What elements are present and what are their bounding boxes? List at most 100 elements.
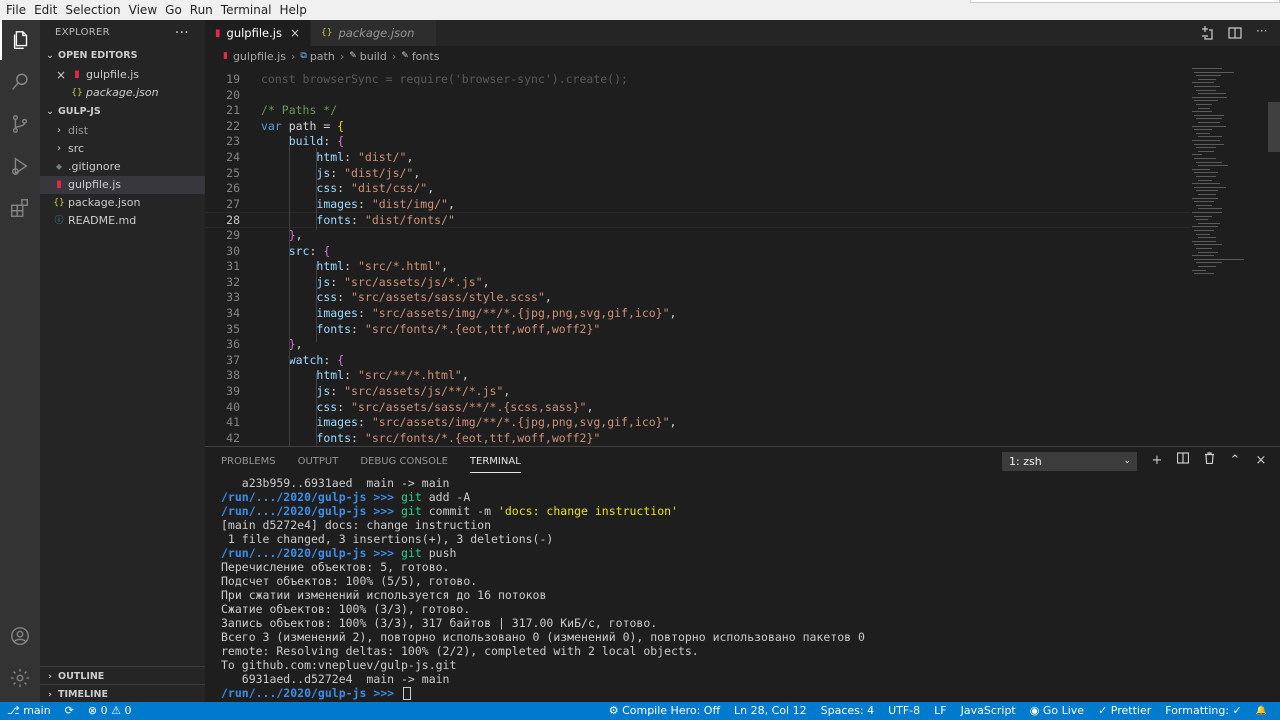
terminal-output[interactable]: a23b959..6931aed main -> main/run/.../20… (221, 476, 1271, 700)
cursor-position[interactable]: Ln 28, Col 12 (727, 702, 814, 720)
branch-status[interactable]: ⎇ main (0, 702, 58, 720)
notifications-bell-icon[interactable]: 🔔 (1249, 702, 1274, 720)
editor-scrollbar[interactable] (1268, 102, 1280, 152)
explorer-sidebar: EXPLORER ··· ⌄ OPEN EDITORS × ▮ gulpfile… (40, 20, 205, 702)
code-line: 36 }, (205, 337, 1190, 353)
minimap-line (1192, 140, 1220, 141)
split-terminal-icon[interactable] (1176, 452, 1190, 470)
minimap-line (1192, 212, 1222, 213)
terminal-prompt: /run/.../2020/gulp-js >>> (221, 686, 402, 700)
close-icon[interactable]: × (290, 26, 300, 40)
terminal-line: To github.com:vnepluev/gulp-js.git (221, 658, 457, 672)
open-editors-header[interactable]: ⌄ OPEN EDITORS (40, 46, 205, 66)
menu-help[interactable]: Help (278, 0, 313, 20)
menu-go[interactable]: Go (163, 0, 188, 20)
menu-run[interactable]: Run (188, 0, 219, 20)
menu-terminal[interactable]: Terminal (219, 0, 278, 20)
terminal-select[interactable]: 1: zsh ⌄ (1002, 452, 1137, 471)
open-changes-icon[interactable] (1200, 26, 1214, 40)
encoding[interactable]: UTF-8 (881, 702, 927, 720)
breadcrumb-path[interactable]: path (310, 50, 335, 63)
tab-gulpfile[interactable]: ▮ gulpfile.js × (205, 20, 312, 46)
sync-icon[interactable]: ⟳ (58, 702, 81, 720)
code-text: html: "dist/", (316, 150, 414, 164)
line-number: 25 (226, 165, 240, 180)
minimap-line (1198, 107, 1210, 109)
tree-item-name: dist (68, 124, 89, 137)
end-of-line[interactable]: LF (927, 702, 953, 720)
manage-activity[interactable] (0, 658, 40, 698)
tab-problems[interactable]: PROBLEMS (221, 455, 276, 473)
tree-folder-dist[interactable]: › dist (40, 122, 205, 140)
code-line: 22 var path = { (205, 119, 1190, 135)
chevron-up-icon[interactable]: ⌃ (1228, 452, 1242, 470)
terminal-args: push (428, 546, 457, 560)
search-activity[interactable] (0, 62, 40, 102)
code-line: 40 css: "src/assets/sass/**/*.{scss,sass… (205, 400, 1190, 416)
terminal-prompt: /run/.../2020/gulp-js >>> (221, 546, 402, 560)
tab-package-json[interactable]: {} package.json (311, 20, 438, 46)
close-icon[interactable]: × (1254, 452, 1268, 470)
compile-hero-status[interactable]: ⚙ Compile Hero: Off (602, 702, 727, 720)
more-actions-icon[interactable]: ··· (175, 20, 189, 46)
tree-file-gitignore[interactable]: ◆ .gitignore (40, 158, 205, 176)
line-number: 36 (226, 337, 240, 352)
terminal-line: /run/.../2020/gulp-js >>> git commit -m … (221, 504, 1271, 518)
open-editor-name: gulpfile.js (86, 68, 140, 81)
menu-file[interactable]: File (4, 0, 32, 20)
menu-selection[interactable]: Selection (63, 0, 126, 20)
run-debug-activity[interactable] (0, 146, 40, 186)
tab-output[interactable]: OUTPUT (298, 455, 339, 473)
minimap-line (1194, 273, 1214, 275)
breadcrumb-fonts[interactable]: fonts (412, 50, 440, 63)
tab-debug-console[interactable]: DEBUG CONSOLE (360, 455, 448, 473)
accounts-activity[interactable] (0, 616, 40, 656)
breadcrumb-build[interactable]: build (360, 50, 387, 63)
prettier-status[interactable]: ✓ Prettier (1091, 702, 1158, 720)
project-header[interactable]: ⌄ GULP-JS (40, 102, 205, 122)
source-control-activity[interactable] (0, 104, 40, 144)
minimap-line (1194, 86, 1220, 87)
code-editor[interactable]: const browserSync = require('browser-syn… (205, 66, 1190, 446)
extensions-activity[interactable] (0, 188, 40, 228)
close-icon[interactable]: × (54, 66, 68, 84)
open-editor-gulpfile[interactable]: × ▮ gulpfile.js (40, 66, 205, 84)
menu-edit[interactable]: Edit (32, 0, 63, 20)
extensions-icon (11, 199, 29, 217)
terminal-select-value: 1: zsh (1009, 455, 1042, 468)
explorer-activity[interactable] (0, 20, 40, 60)
code-text: js: "src/assets/js/*.js", (316, 274, 490, 289)
chevron-right-icon: › (57, 143, 61, 154)
more-actions-icon[interactable]: ··· (1256, 25, 1270, 40)
formatting-status[interactable]: Formatting: ✓ (1158, 702, 1249, 720)
timeline-section[interactable]: › TIMELINE (40, 684, 205, 702)
minimap-line (1192, 240, 1216, 242)
tree-folder-src[interactable]: › src (40, 140, 205, 158)
trash-icon[interactable] (1202, 452, 1216, 470)
timeline-label: TIMELINE (58, 689, 108, 700)
chevron-down-icon: ⌄ (46, 107, 54, 117)
tree-file-readme[interactable]: ⓘ README.md (40, 212, 205, 230)
breadcrumb-file[interactable]: gulpfile.js (233, 50, 286, 63)
property-icon: ✎ (401, 51, 409, 61)
code-line: 41 images: "src/assets/img/**/*.{jpg,png… (205, 415, 1190, 431)
problems-status[interactable]: ⊗ 0 ⚠ 0 (81, 702, 139, 720)
minimap-line (1194, 258, 1244, 260)
language-mode[interactable]: JavaScript (954, 702, 1023, 720)
tree-item-name: gulpfile.js (68, 178, 122, 191)
line-number: 42 (226, 430, 240, 445)
tree-file-gulpfile[interactable]: ▮ gulpfile.js (40, 176, 205, 194)
minimap-line (1192, 111, 1212, 113)
tree-file-package[interactable]: {} package.json (40, 194, 205, 212)
status-bar: ⎇ main ⟳ ⊗ 0 ⚠ 0 ⚙ Compile Hero: Off Ln … (0, 702, 1280, 720)
menu-view[interactable]: View (127, 0, 163, 20)
split-editor-icon[interactable] (1228, 26, 1242, 40)
go-live-status[interactable]: ◉ Go Live (1023, 702, 1091, 720)
open-editor-package[interactable]: {} package.json (40, 84, 205, 102)
minimap-line (1194, 114, 1224, 116)
new-terminal-icon[interactable]: + (1150, 452, 1164, 470)
minimap[interactable] (1190, 66, 1268, 446)
tab-terminal[interactable]: TERMINAL (469, 455, 521, 473)
indentation[interactable]: Spaces: 4 (814, 702, 881, 720)
minimap-line (1192, 168, 1210, 170)
